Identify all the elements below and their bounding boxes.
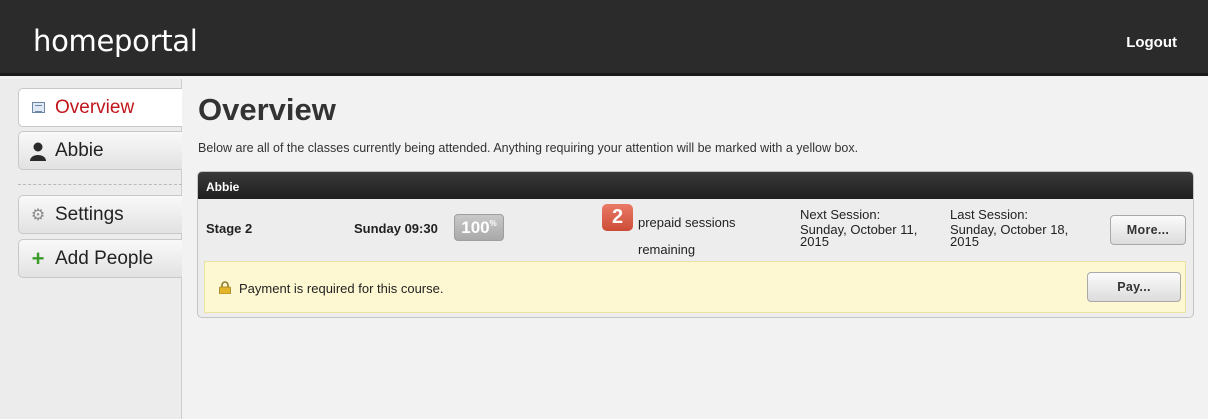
last-session-date: Sunday, October 18, 2015	[950, 222, 1069, 249]
page-title: Overview	[198, 92, 336, 127]
class-stage: Stage 2	[206, 221, 253, 236]
class-row: Stage 2 Sunday 09:30 100% 2 prepaid sess…	[198, 199, 1193, 260]
more-button[interactable]: More...	[1110, 215, 1186, 245]
plus-icon: +	[31, 245, 45, 271]
sidebar-item-settings[interactable]: ⚙ Settings	[18, 195, 182, 234]
overview-grid-icon	[27, 102, 49, 113]
sidebar-item-label: Abbie	[55, 139, 104, 161]
sidebar-item-add-people[interactable]: + Add People	[18, 239, 182, 278]
sidebar-item-overview[interactable]: Overview	[18, 88, 182, 127]
sidebar-item-label: Overview	[55, 96, 135, 118]
sidebar-item-abbie[interactable]: Abbie	[18, 131, 182, 170]
payment-alert: Payment is required for this course. Pay…	[204, 261, 1186, 313]
page-intro: Below are all of the classes currently b…	[198, 141, 859, 155]
attendance-badge: 100%	[454, 214, 504, 241]
prepaid-count-badge: 2	[602, 204, 633, 231]
next-session-date: Sunday, October 11, 2015	[800, 222, 918, 249]
attendance-percent: 100	[461, 217, 490, 237]
sidebar-item-label: Add People	[55, 247, 154, 269]
logout-link[interactable]: Logout	[1126, 34, 1177, 51]
pay-button[interactable]: Pay...	[1087, 272, 1181, 302]
brand-logo[interactable]: homeportal	[33, 24, 198, 58]
sidebar: Overview Abbie ⚙ Settings + Add People	[0, 79, 182, 419]
next-session-label: Next Session:	[800, 207, 881, 222]
prepaid-sessions-text: prepaid sessions remaining	[638, 215, 736, 257]
payment-message: Payment is required for this course.	[239, 281, 444, 296]
person-card: Abbie Stage 2 Sunday 09:30 100% 2 prepai…	[197, 171, 1194, 318]
last-session-label: Last Session:	[950, 207, 1029, 222]
sidebar-item-label: Settings	[55, 203, 124, 225]
lock-icon	[218, 281, 232, 295]
sidebar-divider	[18, 184, 182, 185]
attendance-percent-sign: %	[489, 219, 497, 228]
gear-icon: ⚙	[30, 206, 46, 224]
card-header: Abbie	[198, 172, 1193, 199]
top-bar: homeportal Logout	[0, 0, 1208, 76]
class-time: Sunday 09:30	[354, 221, 438, 236]
person-icon	[27, 141, 49, 161]
